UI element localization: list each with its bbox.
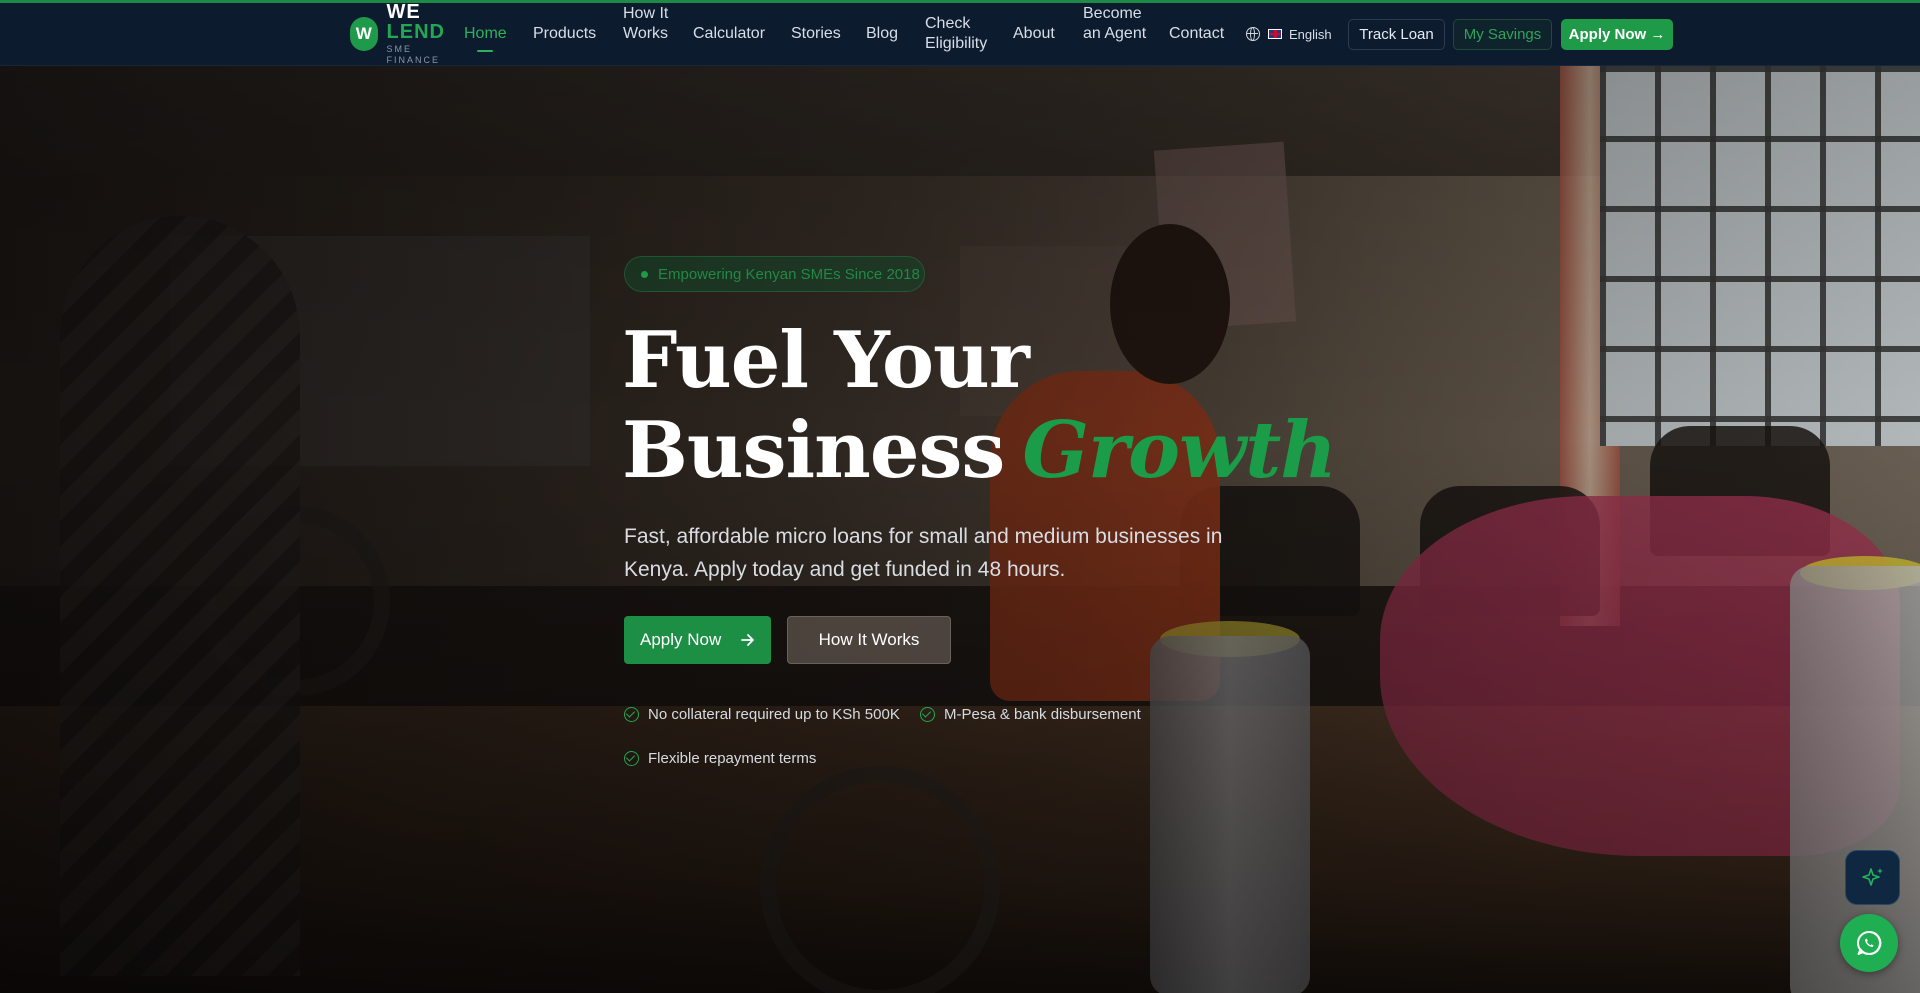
whatsapp-button[interactable] [1840, 914, 1898, 972]
nav-contact[interactable]: Contact [1169, 24, 1224, 44]
feature-item: No collateral required up to KSh 500K [624, 704, 900, 724]
feature-text: M-Pesa & bank disbursement [944, 705, 1141, 723]
hero-subtitle: Fast, affordable micro loans for small a… [624, 525, 1223, 581]
check-circle-icon [920, 706, 935, 722]
language-selector[interactable]: English [1246, 24, 1332, 44]
sparkle-icon [1861, 867, 1883, 886]
nav-accent-line [0, 0, 1920, 3]
ai-assistant-button[interactable] [1845, 850, 1900, 905]
arrow-right-icon [741, 634, 754, 646]
nav-home[interactable]: Home [464, 24, 507, 44]
hero-title-line1: Fuel Your [622, 315, 1030, 406]
check-circle-icon [624, 750, 639, 766]
logo-badge-icon: W [350, 17, 378, 51]
nav-how-it-works[interactable]: How It Works [623, 4, 669, 44]
feature-text: No collateral required up to KSh 500K [648, 705, 900, 723]
nav-calculator[interactable]: Calculator [693, 24, 765, 44]
hero-title-line2: Business Growth [622, 405, 1337, 496]
whatsapp-icon [1857, 930, 1882, 955]
hero-how-it-works-button[interactable]: How It Works [787, 616, 951, 664]
logo-word-lend: LEND [386, 21, 445, 43]
globe-icon [1246, 27, 1260, 41]
nav-products[interactable]: Products [533, 24, 596, 44]
page: W WE LEND SME FINANCE Home Products How … [0, 0, 1920, 993]
nav-apply-now-button[interactable]: Apply Now → [1561, 19, 1673, 50]
track-loan-button[interactable]: Track Loan [1348, 19, 1445, 50]
feature-item: M-Pesa & bank disbursement [920, 704, 1141, 724]
logo-wordmark: WE LEND SME FINANCE [387, 2, 445, 66]
nav-active-indicator [477, 50, 493, 52]
hero-badge: Empowering Kenyan SMEs Since 2018 [624, 256, 925, 292]
nav-about[interactable]: About [1013, 24, 1055, 44]
hero-title-main: Business [622, 405, 1005, 496]
language-label: English [1289, 26, 1332, 42]
nav-check-eligibility[interactable]: Check Eligibility [925, 14, 995, 54]
uk-flag-icon [1268, 29, 1282, 39]
feature-item: Flexible repayment terms [624, 748, 816, 768]
top-navbar: W WE LEND SME FINANCE Home Products How … [0, 0, 1920, 66]
logo-tagline: SME FINANCE [386, 44, 441, 65]
check-circle-icon [624, 706, 639, 722]
feature-text: Flexible repayment terms [648, 749, 817, 767]
hero-badge-text: Empowering Kenyan SMEs Since 2018 [658, 265, 920, 283]
hero-apply-now-label: Apply Now [640, 630, 722, 649]
badge-dot-icon [641, 270, 648, 278]
my-savings-button[interactable]: My Savings [1453, 19, 1552, 50]
nav-stories[interactable]: Stories [791, 24, 841, 44]
nav-become-agent[interactable]: Become an Agent [1083, 4, 1147, 44]
brand-logo[interactable]: W WE LEND SME FINANCE [350, 2, 445, 65]
hero-title-accent: Growth [1022, 405, 1337, 496]
nav-blog[interactable]: Blog [866, 24, 898, 44]
hero-apply-now-button[interactable]: Apply Now [624, 616, 771, 664]
logo-word-we: WE [386, 1, 421, 23]
